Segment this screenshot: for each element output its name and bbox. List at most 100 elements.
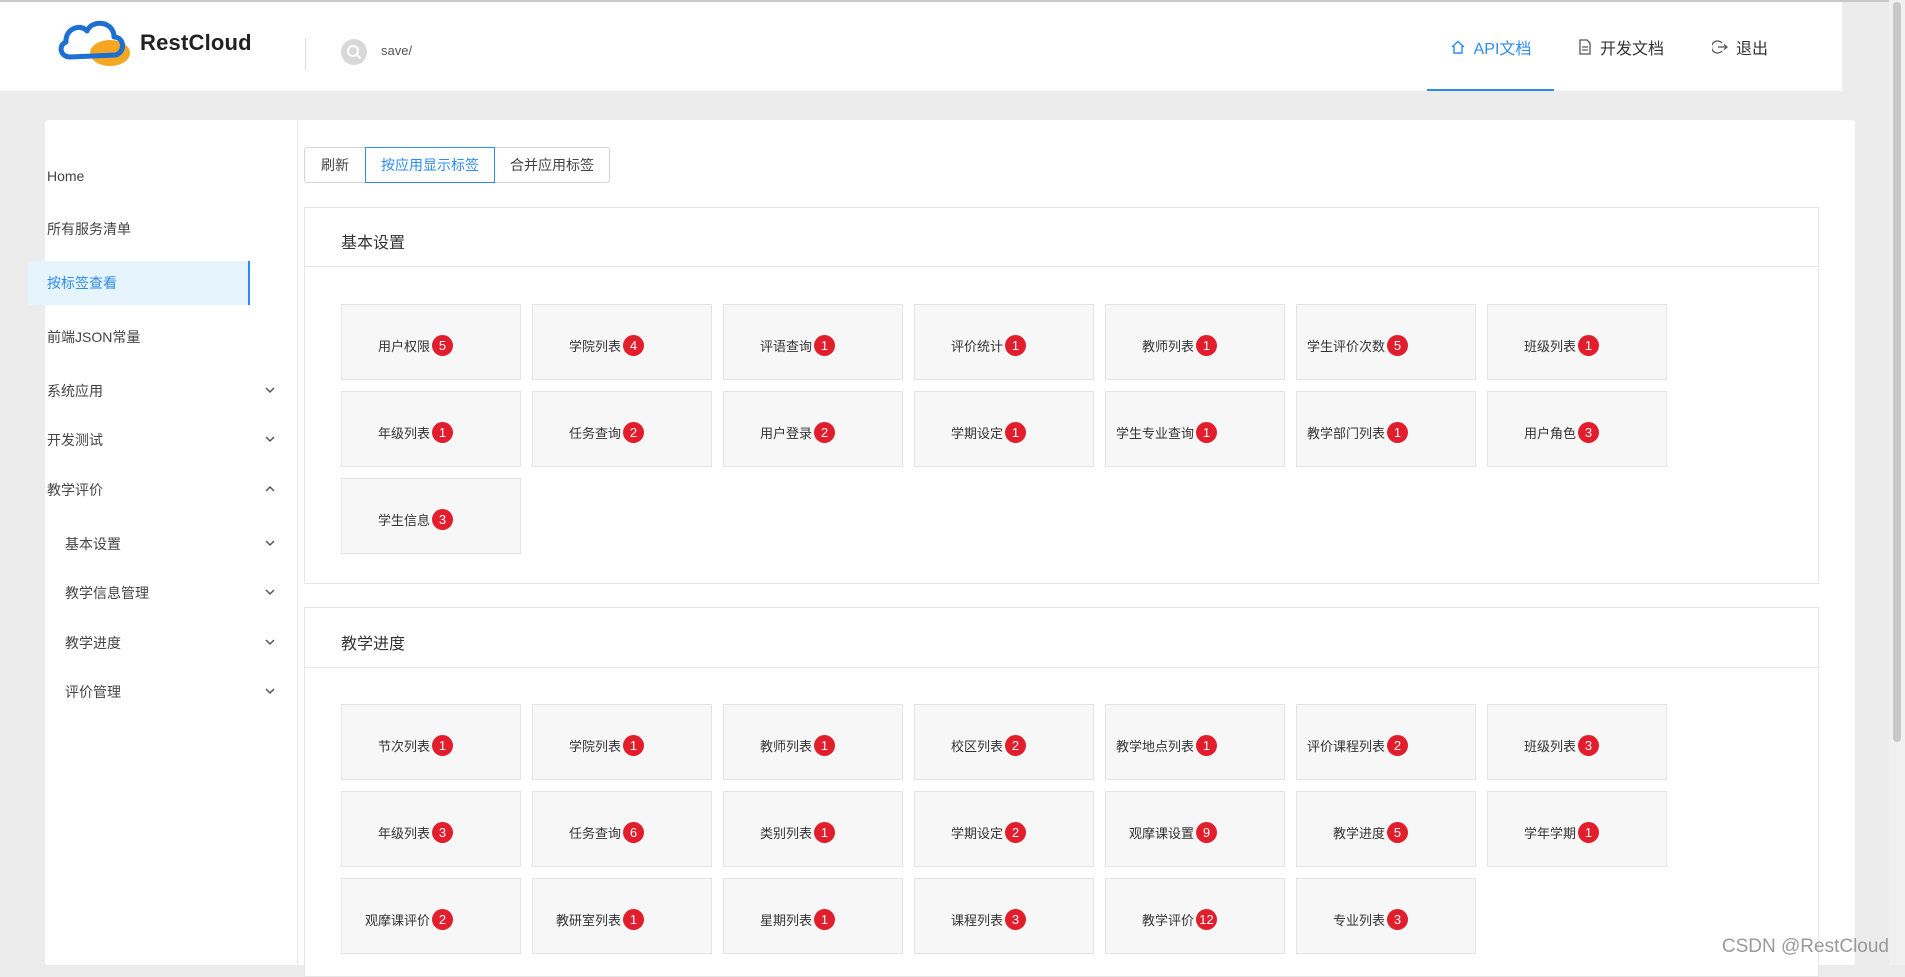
tag-card[interactable]: 星期列表 1 bbox=[723, 878, 903, 954]
tag-label: 教学地点列表 bbox=[1115, 739, 1194, 754]
chevron-up-icon[interactable] bbox=[264, 484, 276, 494]
chevron-down-icon[interactable] bbox=[264, 637, 276, 647]
sidebar-item-label: 开发测试 bbox=[47, 432, 103, 448]
tag-card[interactable]: 课程列表 3 bbox=[914, 878, 1094, 954]
chevron-down-icon[interactable] bbox=[264, 538, 276, 548]
tag-card[interactable]: 学院列表 1 bbox=[532, 704, 712, 780]
tag-card[interactable]: 校区列表 2 bbox=[914, 704, 1094, 780]
tag-label: 观摩课评价 bbox=[364, 913, 430, 928]
tag-card[interactable]: 教学部门列表 1 bbox=[1296, 391, 1476, 467]
search-input[interactable]: save/ bbox=[381, 43, 412, 58]
tag-card[interactable]: 教师列表 1 bbox=[1105, 304, 1285, 380]
chevron-down-icon[interactable] bbox=[264, 587, 276, 597]
show-tags-by-app-button[interactable]: 按应用显示标签 bbox=[365, 147, 495, 183]
sidebar-item-all-services[interactable]: 所有服务清单 bbox=[28, 207, 250, 251]
tag-label: 学院列表 bbox=[568, 739, 621, 754]
tag-count-badge: 6 bbox=[623, 822, 644, 843]
tag-card[interactable]: 班级列表 1 bbox=[1487, 304, 1667, 380]
tag-count-badge: 3 bbox=[1387, 909, 1408, 930]
tag-card[interactable]: 评价统计 1 bbox=[914, 304, 1094, 380]
tag-card[interactable]: 年级列表 1 bbox=[341, 391, 521, 467]
scrollbar-thumb[interactable] bbox=[1893, 2, 1901, 742]
tag-label: 年级列表 bbox=[377, 426, 430, 441]
tag-card[interactable]: 任务查询 6 bbox=[532, 791, 712, 867]
tag-card[interactable]: 用户权限 5 bbox=[341, 304, 521, 380]
nav-api-docs[interactable]: API文档 bbox=[1427, 2, 1554, 91]
section-divider bbox=[305, 266, 1818, 267]
tag-count-badge: 5 bbox=[1387, 822, 1408, 843]
nav-logout[interactable]: 退出 bbox=[1700, 2, 1780, 91]
refresh-button[interactable]: 刷新 bbox=[304, 147, 366, 183]
tag-count-badge: 1 bbox=[1196, 735, 1217, 756]
sidebar-item-teaching-eval[interactable]: 教学评价 bbox=[28, 468, 250, 512]
tag-card[interactable]: 用户登录 2 bbox=[723, 391, 903, 467]
tag-card[interactable]: 教研室列表 1 bbox=[532, 878, 712, 954]
sidebar-subitem-teaching-progress[interactable]: 教学进度 bbox=[28, 621, 250, 665]
tag-count-badge: 3 bbox=[1578, 735, 1599, 756]
sidebar-item-label: 教学信息管理 bbox=[65, 585, 149, 601]
merge-app-tags-button[interactable]: 合并应用标签 bbox=[494, 147, 610, 183]
tag-card[interactable]: 类别列表 1 bbox=[723, 791, 903, 867]
tag-card[interactable]: 学年学期 1 bbox=[1487, 791, 1667, 867]
chevron-down-icon[interactable] bbox=[264, 434, 276, 444]
tag-card[interactable]: 评语查询 1 bbox=[723, 304, 903, 380]
logo[interactable]: RestCloud bbox=[56, 15, 252, 71]
tag-label: 学期设定 bbox=[950, 426, 1003, 441]
tag-count-badge: 2 bbox=[1387, 735, 1408, 756]
nav-dev-docs[interactable]: 开发文档 bbox=[1566, 2, 1676, 91]
logout-icon bbox=[1711, 39, 1728, 54]
sidebar-item-by-tag[interactable]: 按标签查看 bbox=[28, 261, 250, 305]
sidebar-item-home[interactable]: Home bbox=[28, 154, 250, 198]
tag-count-badge: 12 bbox=[1196, 909, 1217, 930]
document-icon bbox=[1579, 38, 1591, 55]
tag-card[interactable]: 观摩课评价 2 bbox=[341, 878, 521, 954]
home-icon bbox=[1451, 40, 1465, 54]
sidebar-subitem-teaching-info[interactable]: 教学信息管理 bbox=[28, 571, 250, 615]
tag-count-badge: 1 bbox=[623, 735, 644, 756]
sidebar-item-label: 教学评价 bbox=[47, 482, 103, 498]
tag-card[interactable]: 学生信息 3 bbox=[341, 478, 521, 554]
tag-label: 学生评价次数 bbox=[1306, 339, 1385, 354]
tag-label: 任务查询 bbox=[568, 426, 621, 441]
tag-card[interactable]: 学生评价次数 5 bbox=[1296, 304, 1476, 380]
tag-label: 学生专业查询 bbox=[1115, 426, 1194, 441]
sidebar-item-dev-test[interactable]: 开发测试 bbox=[28, 418, 250, 462]
tag-count-badge: 1 bbox=[432, 735, 453, 756]
search-icon[interactable] bbox=[341, 39, 367, 65]
tag-card[interactable]: 教学进度 5 bbox=[1296, 791, 1476, 867]
tag-card[interactable]: 节次列表 1 bbox=[341, 704, 521, 780]
sidebar-item-system-apps[interactable]: 系统应用 bbox=[28, 369, 250, 413]
chevron-down-icon[interactable] bbox=[264, 385, 276, 395]
tag-count-badge: 1 bbox=[1196, 335, 1217, 356]
tag-card[interactable]: 年级列表 3 bbox=[341, 791, 521, 867]
tag-card[interactable]: 教学地点列表 1 bbox=[1105, 704, 1285, 780]
chevron-down-icon[interactable] bbox=[264, 686, 276, 696]
sidebar-item-label: 前端JSON常量 bbox=[47, 329, 141, 345]
tag-card[interactable]: 学期设定 2 bbox=[914, 791, 1094, 867]
tag-card[interactable]: 专业列表 3 bbox=[1296, 878, 1476, 954]
tag-card[interactable]: 学生专业查询 1 bbox=[1105, 391, 1285, 467]
sidebar-subitem-basic-settings[interactable]: 基本设置 bbox=[28, 522, 250, 566]
section-title: 教学进度 bbox=[341, 636, 406, 653]
tag-count-badge: 1 bbox=[814, 735, 835, 756]
tag-card[interactable]: 学院列表 4 bbox=[532, 304, 712, 380]
tag-card[interactable]: 教学评价 12 bbox=[1105, 878, 1285, 954]
tag-card[interactable]: 学期设定 1 bbox=[914, 391, 1094, 467]
tag-card[interactable]: 用户角色 3 bbox=[1487, 391, 1667, 467]
tag-count-badge: 1 bbox=[1005, 422, 1026, 443]
tag-card[interactable]: 任务查询 2 bbox=[532, 391, 712, 467]
tag-card[interactable]: 班级列表 3 bbox=[1487, 704, 1667, 780]
tag-card[interactable]: 教师列表 1 bbox=[723, 704, 903, 780]
tag-card[interactable]: 观摩课设置 9 bbox=[1105, 791, 1285, 867]
tag-count-badge: 1 bbox=[623, 909, 644, 930]
sidebar-subitem-eval-management[interactable]: 评价管理 bbox=[28, 670, 250, 714]
tag-label: 任务查询 bbox=[568, 826, 621, 841]
tag-label: 课程列表 bbox=[950, 913, 1003, 928]
tag-card[interactable]: 评价课程列表 2 bbox=[1296, 704, 1476, 780]
sidebar-item-json-constants[interactable]: 前端JSON常量 bbox=[28, 315, 250, 359]
tag-count-badge: 1 bbox=[1578, 335, 1599, 356]
tag-label: 学生信息 bbox=[377, 513, 430, 528]
tag-label: 专业列表 bbox=[1332, 913, 1385, 928]
tag-label: 评价课程列表 bbox=[1306, 739, 1385, 754]
tag-label: 教师列表 bbox=[759, 739, 812, 754]
